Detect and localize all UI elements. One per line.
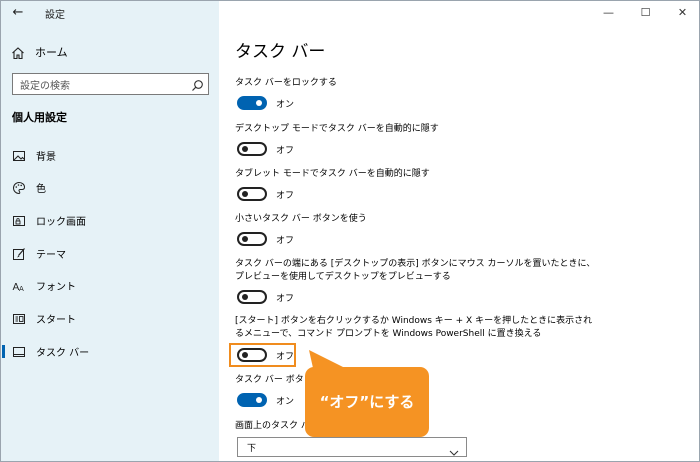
settings-window: ← 設定 ホーム 個人用設定 背景 色 <box>0 0 700 462</box>
instruction-callout: “オフ”にする <box>305 367 429 437</box>
callout-text: “オフ”にする <box>319 393 415 411</box>
